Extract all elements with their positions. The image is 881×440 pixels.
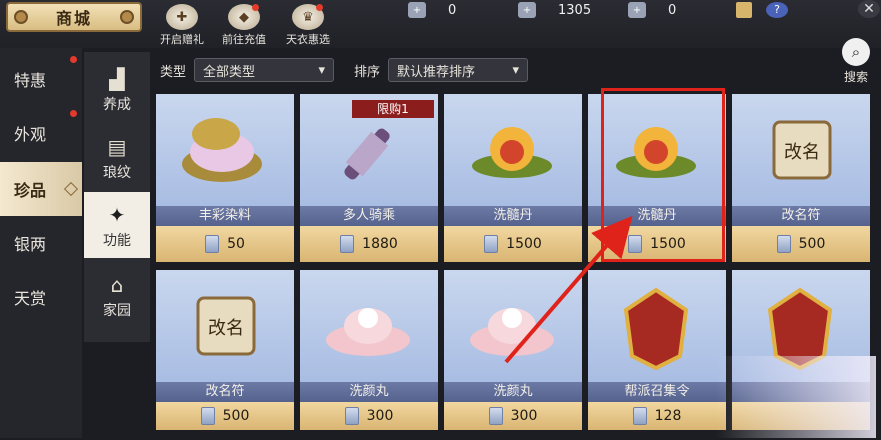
watermark bbox=[716, 356, 876, 438]
